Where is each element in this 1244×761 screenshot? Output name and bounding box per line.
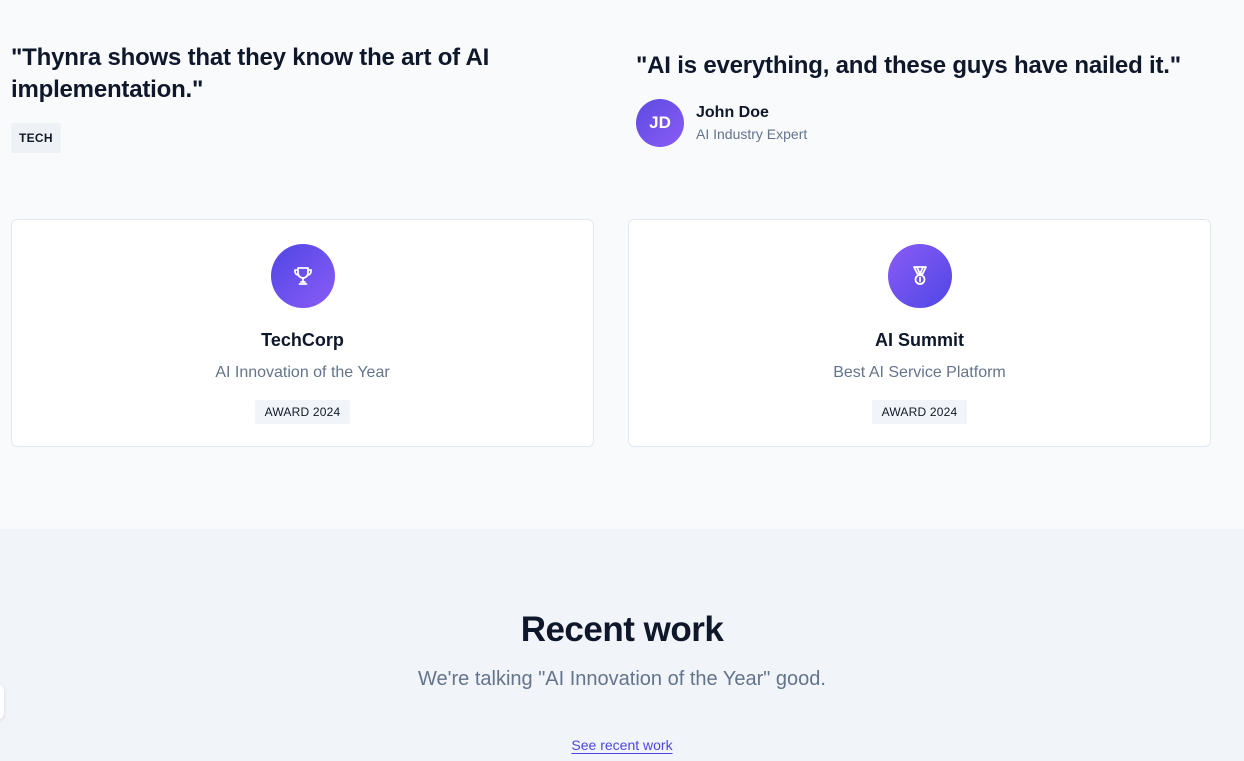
side-tab-handle[interactable] (0, 684, 4, 720)
author-info: John Doe AI Industry Expert (696, 103, 807, 144)
medal-icon (887, 244, 952, 308)
testimonial-card-left: "Thynra shows that they know the art of … (11, 42, 571, 153)
testimonial-author: JD John Doe AI Industry Expert (636, 99, 1226, 147)
see-recent-work-link[interactable]: See recent work (571, 737, 672, 753)
section-subtitle: We're talking "AI Innovation of the Year… (418, 668, 826, 690)
author-role: AI Industry Expert (696, 125, 808, 142)
award-title: TechCorp (261, 330, 344, 350)
author-name: John Doe (696, 103, 769, 121)
testimonial-quote: "AI is everything, and these guys have n… (636, 52, 1181, 79)
award-subtitle: AI Innovation of the Year (215, 364, 390, 381)
award-title: AI Summit (874, 330, 964, 350)
award-card-ai-summit: AI Summit Best AI Service Platform AWARD… (628, 219, 1211, 447)
award-card-techcorp: TechCorp AI Innovation of the Year AWARD… (11, 219, 594, 447)
trophy-icon (270, 244, 335, 308)
testimonial-quote: "Thynra shows that they know the art of … (11, 44, 490, 103)
avatar: JD (636, 99, 684, 147)
link-container: See recent work (0, 736, 1244, 754)
award-badge: AWARD 2024 (871, 400, 968, 424)
testimonials-section: "Thynra shows that they know the art of … (0, 0, 1244, 529)
recent-work-section: Recent work We're talking "AI Innovation… (0, 529, 1244, 761)
testimonial-tag: TECH (11, 123, 61, 153)
section-title: Recent work (520, 610, 724, 649)
award-subtitle: Best AI Service Platform (833, 364, 1006, 381)
testimonial-card-right: "AI is everything, and these guys have n… (636, 50, 1226, 147)
award-badge: AWARD 2024 (254, 400, 351, 424)
